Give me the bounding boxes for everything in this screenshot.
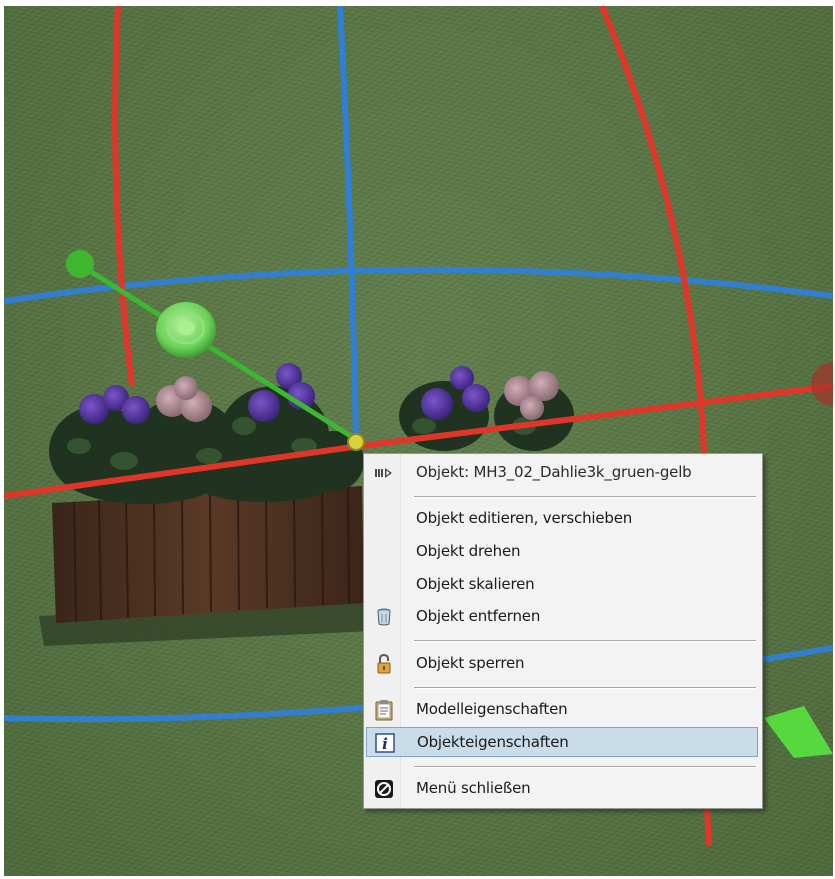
clipboard-icon [374,700,394,721]
menu-separator [414,766,756,768]
planter-box[interactable] [52,486,364,623]
context-menu: Objekt: MH3_02_Dahlie3k_gruen-gelb Objek… [363,453,763,809]
gizmo-handle-green-end[interactable] [66,250,94,278]
arrow-right-icon [374,463,394,483]
gizmo-ring-red-left[interactable] [112,6,135,387]
gizmo-ring-red-right[interactable] [599,6,707,454]
gizmo-handle-red[interactable] [811,362,833,406]
info-icon: i [375,733,395,753]
no-entry-icon [374,779,394,799]
trash-can-icon [374,607,394,627]
gizmo-pivot[interactable] [347,433,365,451]
menu-item-rotate[interactable]: Objekt drehen [366,537,758,567]
menu-header-object-name: Objekt: MH3_02_Dahlie3k_gruen-gelb [366,458,758,488]
gizmo-ring-red-bottom[interactable] [704,808,712,847]
3d-viewport[interactable]: Objekt: MH3_02_Dahlie3k_gruen-gelb Objek… [4,6,833,876]
menu-item-model-properties[interactable]: Modelleigenschaften [366,695,758,725]
gizmo-arrow-green[interactable] [764,706,833,758]
lock-icon [374,654,394,674]
svg-text:i: i [382,735,388,753]
object-name-label: Objekt: MH3_02_Dahlie3k_gruen-gelb [416,463,692,481]
menu-separator [414,687,756,689]
menu-item-edit-move[interactable]: Objekt editieren, verschieben [366,504,758,534]
menu-item-object-properties[interactable]: i Objekteigenschaften [366,727,758,757]
menu-item-scale[interactable]: Objekt skalieren [366,570,758,600]
menu-separator [414,496,756,498]
gizmo-rotate-knob[interactable] [156,302,216,358]
gizmo-axis-blue[interactable] [337,6,359,447]
menu-item-lock[interactable]: Objekt sperren [366,649,758,679]
menu-separator [414,640,756,642]
menu-item-remove[interactable]: Objekt entfernen [366,602,758,632]
menu-item-close-menu[interactable]: Menü schließen [366,774,758,804]
